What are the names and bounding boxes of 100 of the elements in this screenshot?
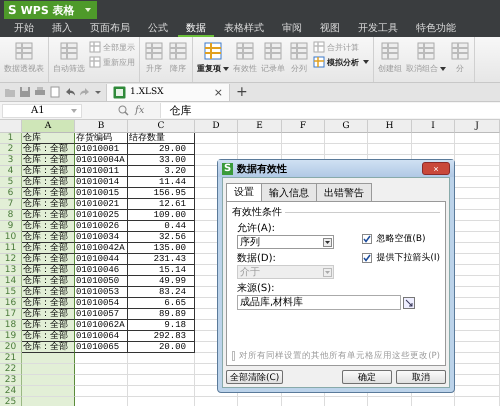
row-number[interactable]: 14 [0,276,22,287]
column-header[interactable]: F [282,120,325,133]
formula-field[interactable]: 仓库 [160,103,500,118]
row-number[interactable]: 25 [0,397,22,406]
menu-tab[interactable]: 公式 [140,20,176,37]
row-number[interactable]: 10 [0,232,22,243]
dialog-button[interactable]: 取消 [396,370,446,384]
row-number[interactable]: 8 [0,210,22,221]
table-cell: 01010062A [75,320,128,331]
column-header[interactable]: C [128,120,195,133]
app-logo: S [8,3,17,17]
dialog-tab[interactable]: 设置 [226,183,262,201]
field-label: 数据(D): [237,252,277,265]
row-number[interactable]: 6 [0,188,22,199]
column-header[interactable]: B [75,120,128,133]
menu-tab[interactable]: 视图 [312,20,348,37]
field-label: 允许(A): [237,222,276,235]
row-number[interactable]: 20 [0,342,22,353]
table-cell: 01010057 [75,309,128,320]
row-number[interactable]: 12 [0,254,22,265]
table-cell: 01010014 [75,177,128,188]
row-number[interactable]: 16 [0,298,22,309]
new-tab-button[interactable]: + [236,84,248,100]
row-number[interactable]: 9 [0,221,22,232]
row-number[interactable]: 13 [0,265,22,276]
row-number[interactable]: 5 [0,177,22,188]
row-number[interactable]: 19 [0,331,22,342]
ribbon-button[interactable]: 模拟分析 [313,56,369,68]
table-cell: 仓库：全部 [22,342,75,353]
dialog-title: 数据有效性 [237,162,288,176]
dialog-button[interactable]: 确定 [342,370,392,384]
column-header[interactable]: D [195,120,238,133]
table-cell: 0.44 [128,221,195,232]
table-cell: 49.99 [128,276,195,287]
menu-tab[interactable]: 开发工具 [350,20,406,37]
table-cell: 仓库：全部 [22,221,75,232]
column-header[interactable]: G [325,120,368,133]
column-header[interactable]: E [238,120,282,133]
table-cell: 仓库：全部 [22,232,75,243]
column-header[interactable]: H [368,120,412,133]
row-number[interactable]: 24 [0,386,22,397]
ribbon-button[interactable]: 重复项 [197,39,229,74]
row-number[interactable]: 17 [0,309,22,320]
table-cell: 01010042A [75,243,128,254]
row-number[interactable]: 21 [0,353,22,364]
app-menu-button[interactable]: S WPS 表格 [4,1,97,19]
table-cell: 15.14 [128,265,195,276]
name-box[interactable]: A1 [2,104,82,118]
menu-tab[interactable]: 表格样式 [216,20,272,37]
table-cell: 01010054 [75,298,128,309]
column-header[interactable]: A [22,120,75,133]
close-button[interactable]: × [422,162,450,175]
table-cell: 33.00 [128,155,195,166]
table-cell: 01010004A [75,155,128,166]
dialog-tab[interactable]: 输入信息 [261,183,317,201]
table-cell: 仓库：全部 [22,320,75,331]
row-number[interactable]: 18 [0,320,22,331]
row-number[interactable]: 3 [0,155,22,166]
column-header[interactable]: J [455,120,500,133]
close-tab-button[interactable]: × [214,86,223,98]
table-cell: 仓库：全部 [22,199,75,210]
row-number[interactable]: 7 [0,199,22,210]
table-cell: 83.24 [128,287,195,298]
menu-tab[interactable]: 页面布局 [82,20,138,37]
allow-dropdown[interactable]: 序列 [237,235,334,249]
table-cell: 29.00 [128,144,195,155]
table-cell: 01010044 [75,254,128,265]
document-tab[interactable]: 1.XLSX × [106,84,230,100]
table-cell: 01010015 [75,188,128,199]
row-number[interactable]: 4 [0,166,22,177]
function-button[interactable]: fx [135,105,144,116]
table-cell: 01010021 [75,199,128,210]
dialog-tab[interactable]: 出错警告 [316,183,372,201]
table-cell: 仓库：全部 [22,276,75,287]
table-cell: 仓库 [22,133,75,144]
table-cell: 292.83 [128,331,195,342]
source-field[interactable]: 成品库,材料库 [237,295,401,310]
field-label: 来源(S): [236,282,276,295]
menu-tab[interactable]: 审阅 [274,20,310,37]
group-label: 有效性条件 [232,206,282,219]
checkbox-label: 忽略空值(B) [376,232,426,245]
table-cell: 01010025 [75,210,128,221]
row-number[interactable]: 1 [0,133,22,144]
row-number[interactable]: 23 [0,375,22,386]
row-number[interactable]: 15 [0,287,22,298]
table-cell: 89.89 [128,309,195,320]
table-cell: 01010064 [75,331,128,342]
menu-tab[interactable]: 插入 [44,20,80,37]
dialog-button[interactable]: 全部清除(C) [226,370,284,384]
table-cell: 仓库：全部 [22,210,75,221]
column-header[interactable]: I [412,120,455,133]
row-number[interactable]: 2 [0,144,22,155]
menu-tab[interactable]: 特色功能 [408,20,464,37]
row-number[interactable]: 11 [0,243,22,254]
table-cell: 20.00 [128,342,195,353]
table-cell: 01010034 [75,232,128,243]
menu-tab[interactable]: 开始 [6,20,42,37]
row-number[interactable]: 22 [0,364,22,375]
table-cell: 01010050 [75,276,128,287]
table-cell: 135.00 [128,243,195,254]
